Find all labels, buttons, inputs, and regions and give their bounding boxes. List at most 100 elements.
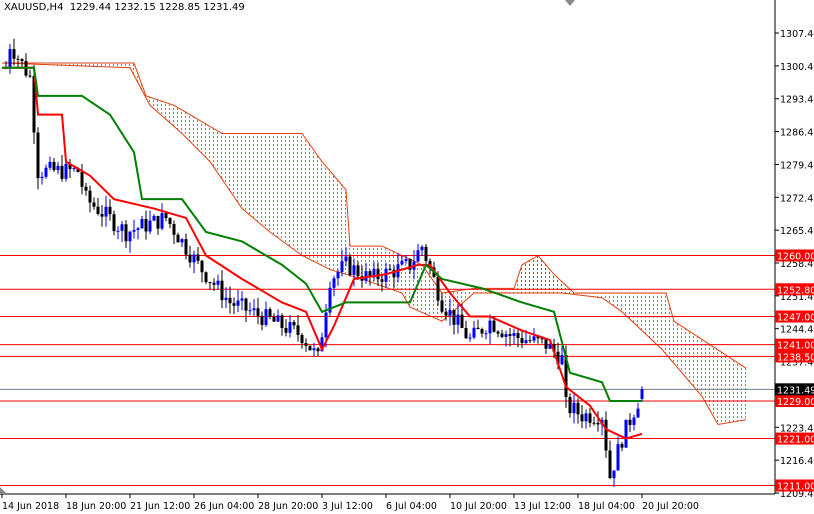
ichimoku-cloud-bullish bbox=[518, 255, 574, 295]
candle-body bbox=[216, 280, 220, 285]
candle-body bbox=[20, 59, 24, 62]
candle-body bbox=[168, 218, 172, 225]
candle-body bbox=[276, 315, 280, 322]
candle-body bbox=[204, 272, 208, 283]
candle-body bbox=[176, 234, 180, 243]
candle-body bbox=[236, 300, 240, 306]
level-label: 1247.00 bbox=[777, 313, 814, 324]
candle-body bbox=[196, 254, 200, 261]
candle-body bbox=[8, 49, 12, 68]
candle-body bbox=[288, 322, 292, 333]
candle-body bbox=[580, 414, 584, 422]
candle-body bbox=[12, 49, 16, 59]
price-chart[interactable]: 1307.40 1300.40 1293.40 1286.40 1279.40 1272.… bbox=[0, 0, 814, 514]
candle-body bbox=[628, 419, 632, 425]
candle-body bbox=[284, 327, 288, 333]
candle-body bbox=[260, 315, 264, 325]
candle-body bbox=[64, 163, 68, 179]
candle-body bbox=[340, 261, 344, 273]
candle-body bbox=[532, 336, 536, 341]
candle-body bbox=[140, 218, 144, 229]
candle-body bbox=[584, 413, 588, 422]
candle-body bbox=[416, 250, 420, 262]
candle-body bbox=[248, 310, 252, 312]
y-tick-label: 1300.40 bbox=[780, 62, 814, 73]
candle-body bbox=[184, 239, 188, 255]
candle-body bbox=[192, 254, 196, 263]
candle-body bbox=[332, 278, 336, 288]
candle-body bbox=[492, 320, 496, 332]
candle-body bbox=[264, 309, 268, 325]
candle-body bbox=[592, 422, 596, 424]
senkou-span-a bbox=[1, 62, 747, 426]
candle-body bbox=[348, 256, 352, 276]
candle-body bbox=[472, 327, 476, 338]
candle-body bbox=[88, 190, 92, 203]
candle-body bbox=[640, 389, 644, 399]
chart-shift-marker[interactable] bbox=[565, 0, 575, 6]
candle-body bbox=[388, 268, 392, 270]
candle-body bbox=[220, 280, 224, 301]
level-label: 1241.00 bbox=[777, 341, 814, 352]
candle-body bbox=[484, 333, 488, 335]
candle-body bbox=[120, 224, 124, 231]
candle-body bbox=[572, 402, 576, 414]
y-tick-label: 1293.40 bbox=[780, 95, 814, 106]
candle-body bbox=[272, 316, 276, 322]
x-tick-label: 26 Jun 04:00 bbox=[194, 501, 254, 512]
candle-body bbox=[364, 271, 368, 281]
candle-body bbox=[312, 348, 316, 351]
candle-body bbox=[608, 450, 612, 479]
candle-body bbox=[456, 314, 460, 325]
candle-body bbox=[488, 320, 492, 334]
candle-body bbox=[316, 348, 320, 352]
candle-body bbox=[144, 218, 148, 232]
candle-body bbox=[84, 186, 88, 191]
candle-body bbox=[604, 419, 608, 451]
candle-body bbox=[200, 260, 204, 273]
candle-body bbox=[60, 165, 64, 179]
x-tick-label: 18 Jul 04:00 bbox=[578, 501, 635, 512]
candle-body bbox=[16, 58, 20, 60]
x-tick-label: 3 Jul 12:00 bbox=[322, 501, 373, 512]
candle-body bbox=[440, 300, 444, 312]
level-label: 1211.00 bbox=[777, 482, 814, 493]
candle-body bbox=[104, 206, 108, 217]
candle-body bbox=[500, 333, 504, 337]
candle-body bbox=[560, 354, 564, 365]
candle-body bbox=[528, 340, 532, 342]
candle-body bbox=[252, 308, 256, 311]
level-label: 1260.00 bbox=[777, 251, 814, 262]
ohlc-label: 1229.44 1232.15 1228.85 1231.49 bbox=[69, 2, 245, 13]
candle-body bbox=[420, 246, 424, 251]
candle-body bbox=[476, 327, 480, 330]
candle-body bbox=[228, 297, 232, 304]
candle-body bbox=[172, 224, 176, 235]
candle-body bbox=[148, 220, 152, 232]
candle-body bbox=[124, 224, 128, 242]
candle-body bbox=[72, 168, 76, 170]
candle-body bbox=[40, 176, 44, 179]
candle-body bbox=[48, 161, 52, 168]
candle-body bbox=[244, 298, 248, 311]
candle-body bbox=[152, 215, 156, 221]
candle-body bbox=[496, 331, 500, 334]
candle-body bbox=[92, 202, 96, 207]
x-tick-label: 21 Jun 12:00 bbox=[130, 501, 190, 512]
candle-body bbox=[28, 75, 32, 77]
candle-body bbox=[268, 309, 272, 317]
scroll-marker[interactable] bbox=[0, 487, 7, 494]
candle-body bbox=[212, 282, 216, 285]
candle-body bbox=[188, 254, 192, 263]
level-label: 1252.80 bbox=[777, 285, 814, 296]
candle-body bbox=[232, 303, 236, 306]
candle-body bbox=[224, 297, 228, 301]
y-tick-label: 1279.40 bbox=[780, 160, 814, 171]
candle-body bbox=[292, 322, 296, 326]
candle-body bbox=[160, 213, 164, 229]
candle-body bbox=[480, 329, 484, 334]
symbol-label: XAUUSD,H4 bbox=[4, 2, 64, 13]
candle-body bbox=[256, 308, 260, 316]
candle-body bbox=[400, 260, 404, 265]
candle-body bbox=[424, 246, 428, 261]
